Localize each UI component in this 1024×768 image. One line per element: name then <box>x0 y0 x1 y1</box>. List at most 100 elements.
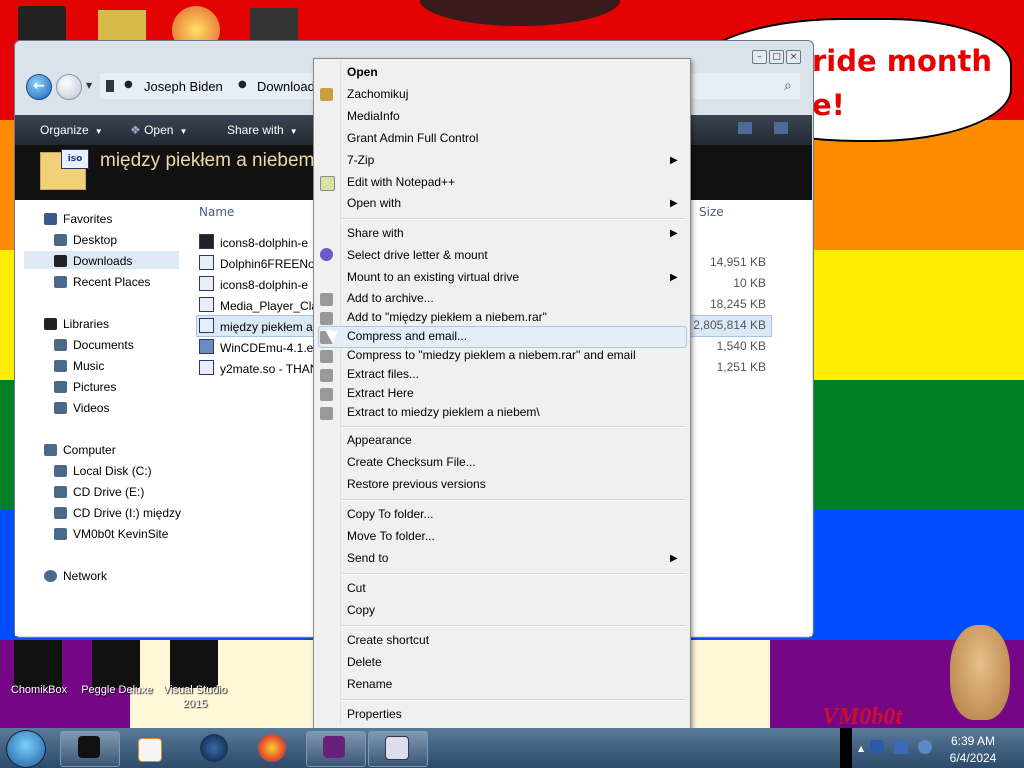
computer-icon <box>106 80 114 92</box>
menu-extract-files[interactable]: Extract files... <box>347 367 419 381</box>
search-icon[interactable]: ⌕ <box>784 78 792 94</box>
hard-drive-icon <box>54 465 67 477</box>
peggle-icon[interactable] <box>92 640 140 688</box>
menu-extract-to-folder[interactable]: Extract to miedzy pieklem a niebem\ <box>347 405 540 419</box>
menu-appearance[interactable]: Appearance <box>347 433 412 447</box>
file-row[interactable]: y2mate.so - THAN <box>199 360 318 376</box>
tray-expand-icon[interactable]: ▲ <box>858 744 864 753</box>
file-row[interactable]: Dolphin6FREENoS <box>199 255 323 271</box>
menu-copy-to-folder[interactable]: Copy To folder... <box>347 507 434 521</box>
nav-local-disk[interactable]: Local Disk (C:) <box>54 464 152 478</box>
nav-videos[interactable]: Videos <box>54 401 109 415</box>
nav-pictures[interactable]: Pictures <box>54 380 116 394</box>
menu-cut[interactable]: Cut <box>347 581 366 595</box>
menu-zachomikuj[interactable]: Zachomikuj <box>347 87 408 101</box>
file-row-selected[interactable]: między piekłem a <box>199 318 313 334</box>
menu-restore-previous[interactable]: Restore previous versions <box>347 477 486 491</box>
file-row[interactable]: icons8-dolphin-e <box>199 276 308 292</box>
close-button[interactable]: × <box>786 50 801 64</box>
file-row[interactable]: icons8-dolphin-e <box>199 234 308 250</box>
visual-studio-label[interactable]: Visual Studio 2015 <box>150 683 240 711</box>
menu-delete[interactable]: Delete <box>347 655 382 669</box>
nav-cd-drive-e[interactable]: CD Drive (E:) <box>54 485 144 499</box>
nav-desktop[interactable]: Desktop <box>54 233 117 247</box>
visual-studio-icon <box>323 736 345 758</box>
menu-send-to[interactable]: Send to <box>347 551 388 565</box>
menu-share-with[interactable]: Share with <box>347 226 404 240</box>
help-icon[interactable] <box>774 122 788 134</box>
file-row[interactable]: WinCDEmu-4.1.ex <box>199 339 319 355</box>
nav-documents[interactable]: Documents <box>54 338 134 352</box>
chomikbox-icon[interactable] <box>14 640 62 688</box>
tray-clock[interactable]: 6:39 AM 6/4/2024 <box>938 733 1008 767</box>
nav-favorites[interactable]: Favorites <box>44 212 112 226</box>
zachomikuj-icon <box>320 88 333 101</box>
start-button[interactable] <box>6 730 46 768</box>
menu-open[interactable]: Open <box>347 65 378 79</box>
iso-file-icon <box>199 318 214 333</box>
menu-compress-and-email[interactable]: Compress and email... <box>347 329 467 343</box>
menu-move-to-folder[interactable]: Move To folder... <box>347 529 435 543</box>
volume-icon[interactable] <box>918 740 932 754</box>
menu-properties[interactable]: Properties <box>347 707 402 721</box>
menu-7zip[interactable]: 7-Zip <box>347 153 374 167</box>
view-options-icon[interactable] <box>738 122 752 134</box>
nav-libraries[interactable]: Libraries <box>44 317 109 331</box>
column-header-name[interactable]: Name <box>199 205 234 219</box>
nav-cd-drive-i[interactable]: CD Drive (I:) między <box>54 506 181 520</box>
globe-icon[interactable] <box>200 734 228 762</box>
menu-edit-notepad[interactable]: Edit with Notepad++ <box>347 175 455 189</box>
nav-network[interactable]: Network <box>44 569 107 583</box>
pictures-icon <box>54 381 67 393</box>
videos-icon <box>54 402 67 414</box>
peggle-label[interactable]: Peggle Deluxe <box>72 683 162 697</box>
menu-mount-existing-drive[interactable]: Mount to an existing virtual drive <box>347 270 519 284</box>
column-header-size[interactable]: Size <box>699 205 724 219</box>
breadcrumb-downloads[interactable]: Downloads <box>257 79 321 94</box>
nav-computer[interactable]: Computer <box>44 443 116 457</box>
recent-pages-chevron-icon[interactable]: ▼ <box>86 81 92 90</box>
forward-button[interactable] <box>56 74 82 100</box>
menu-mediainfo[interactable]: MediaInfo <box>347 109 400 123</box>
visual-studio-icon[interactable] <box>170 640 218 688</box>
winrar-icon <box>320 369 333 382</box>
menu-add-to-rar[interactable]: Add to "między piekłem a niebem.rar" <box>347 310 547 324</box>
share-with-button[interactable]: Share with ▼ <box>227 123 298 137</box>
open-button[interactable]: ❖ Open ▼ <box>130 123 187 137</box>
minimize-button[interactable]: – <box>752 50 767 64</box>
breadcrumb-separator: ● <box>238 79 247 90</box>
nav-music[interactable]: Music <box>54 359 104 373</box>
folder-header-title: między piekłem a niebem <box>100 150 315 171</box>
wincdemu-icon <box>199 339 214 354</box>
star-icon <box>44 213 57 225</box>
libraries-icon <box>44 318 57 330</box>
menu-extract-here[interactable]: Extract Here <box>347 386 414 400</box>
menu-grant-admin[interactable]: Grant Admin Full Control <box>347 131 478 145</box>
maximize-button[interactable]: □ <box>769 50 784 64</box>
nav-recent-places[interactable]: Recent Places <box>54 275 150 289</box>
menu-create-checksum[interactable]: Create Checksum File... <box>347 455 476 469</box>
installer-icon <box>199 255 214 270</box>
winrar-icon <box>320 312 333 325</box>
media-player-icon[interactable] <box>138 738 162 762</box>
clock-date: 6/4/2024 <box>949 751 997 765</box>
menu-copy[interactable]: Copy <box>347 603 375 617</box>
menu-create-shortcut[interactable]: Create shortcut <box>347 633 429 647</box>
menu-rename[interactable]: Rename <box>347 677 392 691</box>
installer-icon <box>199 276 214 291</box>
menu-add-to-archive[interactable]: Add to archive... <box>347 291 434 305</box>
nav-vm0b0t-kevinsite[interactable]: VM0b0t KevinSite <box>54 527 168 541</box>
menu-select-drive-letter[interactable]: Select drive letter & mount <box>347 248 488 262</box>
open-icon: ❖ <box>130 123 145 137</box>
shield-icon[interactable] <box>870 740 884 754</box>
nav-downloads[interactable]: Downloads <box>54 254 132 268</box>
menu-compress-rar-and-email[interactable]: Compress to "miedzy pieklem a niebem.rar… <box>347 348 636 362</box>
menu-open-with[interactable]: Open with <box>347 196 401 210</box>
breadcrumb-joseph-biden[interactable]: Joseph Biden <box>144 79 223 94</box>
firefox-icon[interactable] <box>258 734 286 762</box>
back-button[interactable]: ← <box>26 74 52 100</box>
network-tray-icon[interactable] <box>894 740 908 754</box>
file-row[interactable]: Media_Player_Cla <box>199 297 318 313</box>
organize-button[interactable]: Organize ▼ <box>40 123 103 137</box>
tray-overflow-area <box>840 728 852 768</box>
